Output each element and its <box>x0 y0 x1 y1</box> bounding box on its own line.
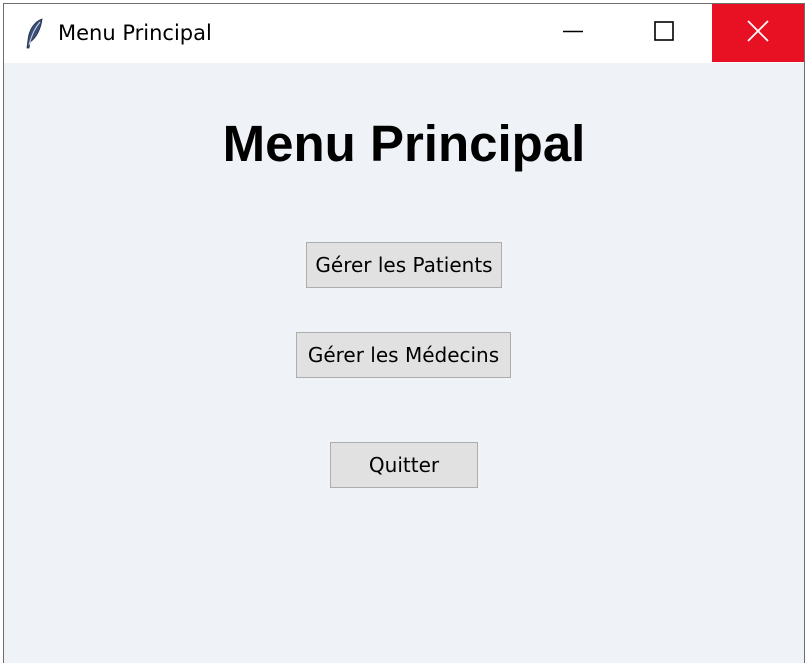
feather-icon <box>25 18 45 50</box>
page-title: Menu Principal <box>222 115 586 172</box>
minimize-icon <box>562 21 583 46</box>
maximize-icon <box>653 20 674 46</box>
manage-patients-button[interactable]: Gérer les Patients <box>306 242 502 288</box>
close-button[interactable] <box>712 4 804 62</box>
window-title: Menu Principal <box>58 21 212 45</box>
close-icon <box>747 19 769 47</box>
main-content: Menu Principal Gérer les Patients Gérer … <box>4 63 804 663</box>
manage-doctors-button[interactable]: Gérer les Médecins <box>296 332 511 378</box>
quit-button[interactable]: Quitter <box>330 442 478 488</box>
main-window: Menu Principal Menu Principal Gérer les … <box>3 3 805 663</box>
minimize-button[interactable] <box>527 4 618 62</box>
title-bar[interactable]: Menu Principal <box>4 4 804 63</box>
maximize-button[interactable] <box>618 4 709 62</box>
